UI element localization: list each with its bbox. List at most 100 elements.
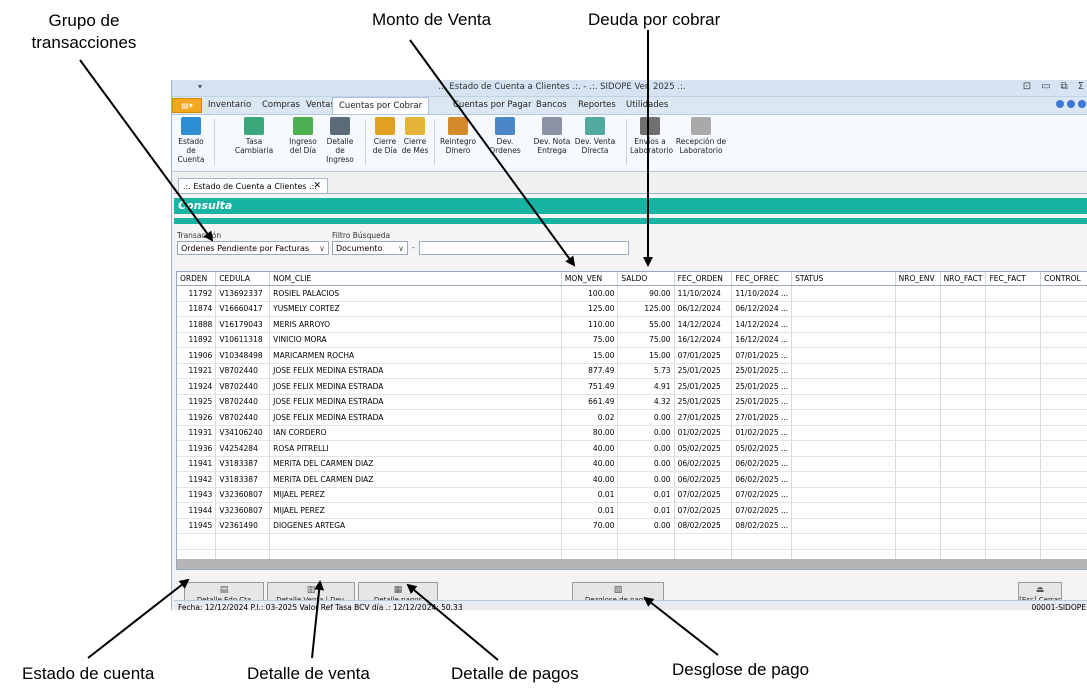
table-cell xyxy=(895,316,941,333)
table-cell xyxy=(940,285,987,302)
tab-ventas[interactable]: Ventas xyxy=(306,100,335,110)
settings-icon[interactable] xyxy=(1078,100,1086,108)
ribbon-cierre-dia-button[interactable]: Cierre de Día xyxy=(371,117,399,155)
table-cell: 06/02/2025 ... xyxy=(731,456,793,472)
table-cell: 25/01/2025 xyxy=(674,394,733,410)
table-row[interactable]: 11924 V8702440 JOSE FELIX MEDINA ESTRADA 75… xyxy=(177,378,1087,395)
tab-utilidades[interactable]: Utilidades xyxy=(626,100,668,110)
help-icon[interactable] xyxy=(1056,100,1064,108)
ribbon-ingreso-dia-button[interactable]: Ingreso del Día xyxy=(288,117,318,155)
table-cell: 0.00 xyxy=(617,518,675,534)
ribbon-estado-cuenta-button[interactable]: Estado de Cuenta xyxy=(174,117,208,164)
maximize-icon[interactable]: ⧉ xyxy=(1061,81,1068,92)
column-header[interactable]: FEC_FACT xyxy=(985,272,1042,286)
restore-icon[interactable]: ⊡ xyxy=(1023,81,1031,92)
table-cell: 0.01 xyxy=(561,487,619,503)
close-window-icon[interactable]: Σ xyxy=(1078,81,1084,92)
column-header[interactable]: NOM_CLIE xyxy=(269,272,562,286)
column-header[interactable]: MON_VEN xyxy=(561,272,619,286)
ribbon-label: Recepción de Laboratorio xyxy=(675,137,727,155)
table-row[interactable]: 11942 V3183387 MERITA DEL CARMEN DIAZ 40.00… xyxy=(177,471,1087,488)
document-tab[interactable]: .:. Estado de Cuenta a Clientes .:. ✕ xyxy=(178,178,328,193)
table-cell xyxy=(791,285,896,302)
main-content: Consulta Transacción Ordenes Pendiente p… xyxy=(174,193,1087,610)
table-cell: 5.73 xyxy=(617,363,675,379)
table-cell: 661.49 xyxy=(561,394,619,410)
table-cell: V3183387 xyxy=(215,471,271,488)
refund-icon xyxy=(448,117,468,135)
column-header[interactable]: SALDO xyxy=(617,272,675,286)
ribbon-label: Ingreso del Día xyxy=(289,137,317,155)
minimize-icon[interactable]: ▭ xyxy=(1041,81,1050,92)
table-row[interactable]: 11926 V8702440 JOSE FELIX MEDINA ESTRADA 0.… xyxy=(177,409,1087,426)
tab-inventario[interactable]: Inventario xyxy=(208,100,251,110)
column-header[interactable]: FEC_OFREC xyxy=(731,272,793,286)
table-row[interactable]: 11941 V3183387 MERITA DEL CARMEN DIAZ 40.00… xyxy=(177,456,1087,472)
table-cell: 125.00 xyxy=(561,301,619,317)
table-cell xyxy=(1040,363,1087,379)
table-cell: V8702440 xyxy=(215,378,271,395)
tab-bancos[interactable]: Bancos xyxy=(536,100,567,110)
table-row[interactable]: 11888 V16179043 MERIS ARROYO 110.00 55.00 14/… xyxy=(177,316,1087,333)
ribbon-envios-laboratorio-button[interactable]: Envíos a Laboratorio xyxy=(630,117,673,155)
ribbon-dev-nota-entrega-button[interactable]: Dev. Nota Entrega xyxy=(532,117,572,155)
ribbon-cierre-mes-button[interactable]: Cierre de Mes xyxy=(401,117,429,155)
table-cell: 110.00 xyxy=(561,316,619,333)
transaccion-select[interactable]: Ordenes Pendiente por Facturas ∨ xyxy=(177,241,329,255)
ribbon-detalle-ingreso-button[interactable]: Detalle de Ingreso xyxy=(321,117,359,164)
column-header[interactable]: NRO_ENV xyxy=(895,272,941,286)
tab-reportes[interactable]: Reportes xyxy=(578,100,616,110)
table-cell xyxy=(940,533,987,550)
window-controls: ⊡ ▭ ⧉ Σ xyxy=(1023,81,1084,92)
table-cell xyxy=(985,471,1042,488)
ribbon-reintegro-dinero-button[interactable]: Reintegro Dinero xyxy=(440,117,476,155)
table-row[interactable]: 11874 V16660417 YUSMELY CORTEZ 125.00 125.00… xyxy=(177,301,1087,317)
table-row[interactable]: 11943 V32360807 MIJAEL PEREZ 0.01 0.01 07/02/… xyxy=(177,487,1087,503)
column-header[interactable]: ORDEN xyxy=(177,272,217,286)
tab-cuentas-por-cobrar[interactable]: Cuentas por Cobrar xyxy=(332,97,430,114)
table-cell: JOSE FELIX MEDINA ESTRADA xyxy=(269,409,562,426)
menu-tabs: ▤▾ Inventario Compras Ventas Cuentas por… xyxy=(172,97,1087,115)
table-cell: MARICARMEN ROCHA xyxy=(269,347,562,364)
table-cell xyxy=(1040,316,1087,333)
ribbon-dev-ordenes-button[interactable]: Dev. Ordenes xyxy=(480,117,530,155)
column-header[interactable]: FEC_ORDEN xyxy=(674,272,733,286)
table-cell: 14/12/2024 ... xyxy=(731,316,793,333)
annotation-grupo-transacciones: Grupo de transacciones xyxy=(31,11,137,52)
return-note-icon xyxy=(542,117,562,135)
table-cell: 125.00 xyxy=(617,301,675,317)
table-row[interactable]: 11921 V8702440 JOSE FELIX MEDINA ESTRADA 87… xyxy=(177,363,1087,379)
file-menu-button[interactable]: ▤▾ xyxy=(172,98,202,113)
table-row[interactable]: 11906 V10348498 MARICARMEN ROCHA 15.00 15.00… xyxy=(177,347,1087,364)
table-row[interactable]: 11944 V32360807 MIJAEL PEREZ 0.01 0.01 07/02/… xyxy=(177,502,1087,519)
table-cell: 27/01/2025 ... xyxy=(731,409,793,426)
ribbon-recepcion-laboratorio-button[interactable]: Recepción de Laboratorio xyxy=(672,117,730,155)
ribbon-dev-venta-directa-button[interactable]: Dev. Venta Directa xyxy=(574,117,616,155)
table-row[interactable]: 11925 V8702440 JOSE FELIX MEDINA ESTRADA 66… xyxy=(177,394,1087,410)
orders-table[interactable]: ORDEN CEDULA NOM_CLIE MON_VEN SALDO FEC_ORDEN… xyxy=(176,271,1087,570)
column-header[interactable]: CEDULA xyxy=(215,272,271,286)
tab-compras[interactable]: Compras xyxy=(262,100,300,110)
column-header[interactable]: NRO_FACT xyxy=(940,272,987,286)
table-cell xyxy=(940,378,987,395)
table-cell: MERITA DEL CARMEN DIAZ xyxy=(269,471,562,488)
column-header[interactable]: STATUS xyxy=(791,272,896,286)
table-cell xyxy=(985,332,1042,348)
annotation-detalle-pagos: Detalle de pagos xyxy=(451,664,579,683)
tab-cuentas-por-pagar[interactable]: Cuentas por Pagar xyxy=(453,100,531,110)
table-row[interactable]: 11892 V10611318 VINICIO MORA 75.00 75.00 16/1… xyxy=(177,332,1087,348)
filtro-busqueda-select[interactable]: Documento ∨ xyxy=(332,241,408,255)
column-header[interactable]: CONTROL xyxy=(1040,272,1087,286)
close-tab-icon[interactable]: ✕ xyxy=(313,179,321,194)
info-icon[interactable] xyxy=(1067,100,1075,108)
table-row[interactable]: 11936 V4254284 ROSA PITRELLI 40.00 0.00 05/02… xyxy=(177,440,1087,457)
table-row[interactable]: 11792 V13692337 ROSIEL PALACIOS 100.00 90.00… xyxy=(177,285,1087,302)
table-cell: 11888 xyxy=(177,316,217,333)
table-cell: 11874 xyxy=(177,301,217,317)
ribbon-tasa-cambiaria-button[interactable]: Tasa Cambiaria xyxy=(226,117,282,155)
table-row[interactable]: 11931 V34106240 IAN CORDERO 80.00 0.00 01/02/… xyxy=(177,425,1087,441)
table-cell xyxy=(985,378,1042,395)
search-input[interactable] xyxy=(419,241,629,255)
table-row[interactable]: 11945 V2361490 DIOGENES ARTEGA 70.00 0.00 08/… xyxy=(177,518,1087,534)
table-cell xyxy=(985,487,1042,503)
